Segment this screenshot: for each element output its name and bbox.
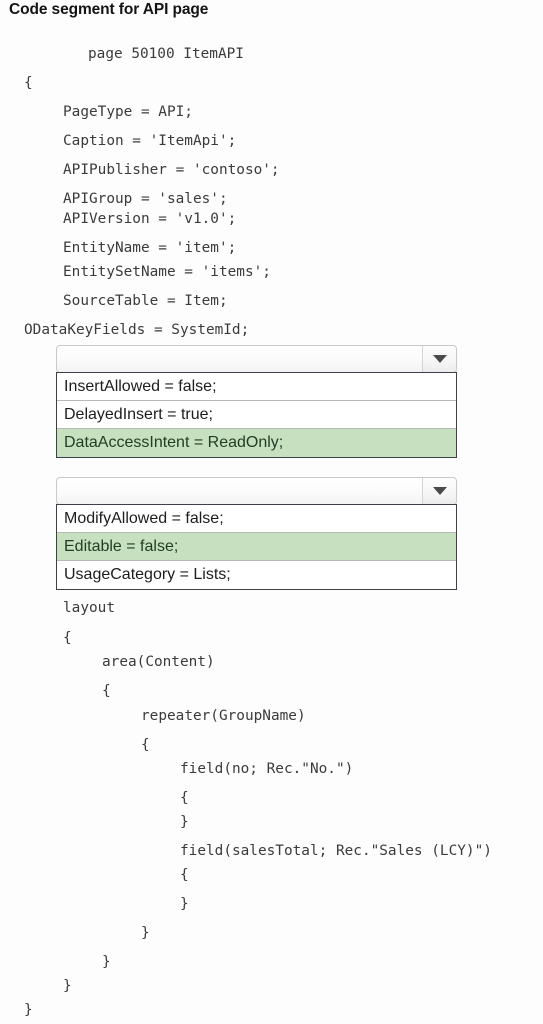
code-line: page 50100 ItemAPI (88, 46, 244, 62)
dropdown-option[interactable]: Editable = false; (57, 533, 456, 561)
page-title: Code segment for API page (9, 1, 209, 18)
code-line: } (63, 978, 72, 994)
code-line: } (180, 814, 189, 830)
code-line: { (180, 867, 189, 883)
code-line: { (63, 630, 72, 646)
code-line: APIVersion = 'v1.0'; (63, 211, 237, 227)
dropdown-option[interactable]: UsageCategory = Lists; (57, 561, 456, 589)
code-line: area(Content) (102, 654, 215, 670)
code-segment-page: Code segment for API page page 50100 Ite… (0, 0, 543, 1024)
code-line: } (180, 896, 189, 912)
dropdown-2-combo-box[interactable] (56, 477, 457, 505)
code-line: repeater(GroupName) (141, 708, 306, 724)
code-line: EntityName = 'item'; (63, 240, 237, 256)
code-line: { (102, 683, 111, 699)
dropdown-2-value[interactable] (57, 478, 422, 504)
dropdown-1-combo-box[interactable] (56, 345, 457, 373)
dropdown-option[interactable]: InsertAllowed = false; (57, 373, 456, 401)
code-line: layout (63, 600, 115, 616)
code-line: SourceTable = Item; (63, 293, 228, 309)
code-line: APIPublisher = 'contoso'; (63, 162, 280, 178)
code-line: EntitySetName = 'items'; (63, 264, 271, 280)
code-line: } (141, 925, 150, 941)
code-line: { (141, 737, 150, 753)
dropdown-2-option-list: ModifyAllowed = false; Editable = false; U… (56, 504, 457, 590)
chevron-down-icon (432, 355, 447, 363)
dropdown-1-toggle-button[interactable] (422, 346, 456, 372)
code-line: field(salesTotal; Rec."Sales (LCY)") (180, 843, 492, 859)
dropdown-option[interactable]: DelayedInsert = true; (57, 401, 456, 429)
chevron-down-icon (432, 487, 447, 495)
dropdown-1[interactable]: InsertAllowed = false; DelayedInsert = tr… (56, 345, 457, 458)
code-line: } (102, 954, 111, 970)
code-line: APIGroup = 'sales'; (63, 191, 228, 207)
dropdown-2-toggle-button[interactable] (422, 478, 456, 504)
code-line: { (180, 790, 189, 806)
dropdown-1-option-list: InsertAllowed = false; DelayedInsert = tr… (56, 372, 457, 458)
code-line: ODataKeyFields = SystemId; (24, 322, 250, 338)
dropdown-1-value[interactable] (57, 346, 422, 372)
dropdown-option[interactable]: ModifyAllowed = false; (57, 505, 456, 533)
code-line: PageType = API; (63, 104, 193, 120)
dropdown-2[interactable]: ModifyAllowed = false; Editable = false; U… (56, 477, 457, 590)
code-line: field(no; Rec."No.") (180, 761, 354, 777)
code-line: } (24, 1002, 33, 1018)
code-line: { (24, 75, 33, 91)
dropdown-option[interactable]: DataAccessIntent = ReadOnly; (57, 429, 456, 457)
code-line: Caption = 'ItemApi'; (63, 133, 237, 149)
